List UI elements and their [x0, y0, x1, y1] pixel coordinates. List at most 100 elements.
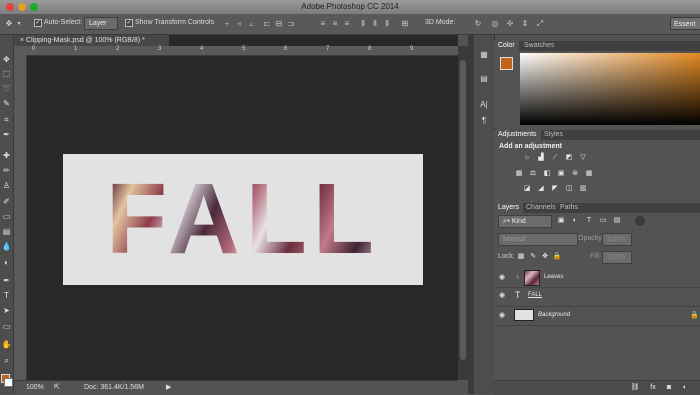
auto-select-dropdown[interactable]: Layer: [84, 17, 118, 30]
tab-layers[interactable]: Layers: [494, 203, 524, 213]
filter-shape-icon[interactable]: ▭: [598, 217, 608, 225]
play-arrow-icon[interactable]: ▶: [166, 381, 171, 395]
lock-transparent-icon[interactable]: ▦: [516, 253, 526, 261]
threshold-icon[interactable]: ◤: [550, 185, 560, 193]
vertical-ruler[interactable]: [14, 55, 27, 380]
background-color-swatch[interactable]: [4, 378, 13, 387]
exposure-icon[interactable]: ◩: [564, 154, 574, 162]
move-tool-preset-icon[interactable]: ✥: [4, 19, 14, 29]
new-fill-adjustment-icon[interactable]: ◐: [680, 384, 690, 392]
eye-icon[interactable]: ◉: [499, 274, 507, 282]
tab-paths[interactable]: Paths: [556, 203, 582, 213]
lasso-tool-icon[interactable]: ➰: [1, 84, 12, 94]
kind-filter-dropdown[interactable]: ⌕▾ Kind: [498, 215, 552, 228]
gradient-tool-icon[interactable]: ▤: [1, 227, 12, 237]
3d-rotate-icon[interactable]: ↻: [473, 19, 483, 29]
add-mask-icon[interactable]: ◙: [664, 384, 674, 392]
lock-position-icon[interactable]: ✥: [540, 253, 550, 261]
3d-scale-icon[interactable]: ⤢: [535, 19, 545, 29]
hue-saturation-icon[interactable]: ▦: [514, 170, 524, 178]
tab-swatches[interactable]: Swatches: [520, 41, 558, 51]
export-icon[interactable]: ⇱: [54, 381, 60, 395]
levels-icon[interactable]: ▟: [536, 154, 546, 162]
history-panel-icon[interactable]: ▦: [477, 50, 491, 60]
properties-panel-icon[interactable]: ▤: [477, 74, 491, 84]
black-white-icon[interactable]: ◧: [542, 170, 552, 178]
move-tool-icon[interactable]: ✥: [1, 55, 12, 65]
auto-select-checkbox[interactable]: ✓: [34, 19, 42, 27]
curves-icon[interactable]: ⟋: [550, 154, 560, 162]
color-ramp[interactable]: [520, 53, 700, 125]
eye-icon[interactable]: ◉: [499, 312, 507, 320]
document-tab[interactable]: × Clipping-Mask.psd @ 100% (RGB/8) *: [14, 35, 169, 46]
align-vcenter-icon[interactable]: ⫞: [234, 19, 244, 29]
paragraph-panel-icon[interactable]: ¶: [477, 116, 491, 126]
ruler-origin[interactable]: [14, 46, 27, 55]
chevron-down-icon[interactable]: ▾: [14, 19, 24, 29]
eraser-tool-icon[interactable]: ▭: [1, 212, 12, 222]
tab-adjustments[interactable]: Adjustments: [494, 130, 541, 140]
fill-field[interactable]: 100%: [602, 251, 632, 264]
filter-type-icon[interactable]: T: [584, 217, 594, 225]
lock-icon[interactable]: 🔒: [690, 311, 699, 319]
workspace-switcher[interactable]: Essent: [670, 17, 700, 30]
distribute-right-icon[interactable]: ⦀: [382, 19, 392, 29]
brightness-contrast-icon[interactable]: ☼: [522, 154, 532, 162]
3d-roll-icon[interactable]: ◎: [490, 19, 500, 29]
horizontal-ruler[interactable]: 0 1 2 3 4 5 6 7 8 9: [27, 46, 458, 56]
character-panel-icon[interactable]: A|: [477, 100, 491, 110]
show-transform-checkbox[interactable]: ✓: [125, 19, 133, 27]
color-lookup-icon[interactable]: ▦: [584, 170, 594, 178]
close-window-button[interactable]: [6, 3, 14, 11]
align-left-icon[interactable]: ⊏: [262, 19, 272, 29]
3d-slide-icon[interactable]: ⇕: [520, 19, 530, 29]
blend-mode-dropdown[interactable]: Normal: [498, 233, 578, 246]
distribute-hcenter-icon[interactable]: ⦀: [370, 19, 380, 29]
color-balance-icon[interactable]: ⚖: [528, 170, 538, 178]
channel-mixer-icon[interactable]: ⊛: [570, 170, 580, 178]
pen-tool-icon[interactable]: ✒: [1, 276, 12, 286]
rectangle-tool-icon[interactable]: ▭: [1, 322, 12, 332]
eye-icon[interactable]: ◉: [499, 292, 507, 300]
brush-tool-icon[interactable]: ✏: [1, 166, 12, 176]
zoom-tool-icon[interactable]: ⌕: [1, 356, 12, 366]
filter-adjustment-icon[interactable]: ◐: [570, 217, 580, 225]
quick-select-tool-icon[interactable]: ✎: [1, 99, 12, 109]
distribute-vcenter-icon[interactable]: ≡: [330, 19, 340, 29]
align-bottom-icon[interactable]: ⫠: [246, 19, 256, 29]
zoom-window-button[interactable]: [30, 3, 38, 11]
blur-tool-icon[interactable]: 💧: [1, 242, 12, 252]
layer-row-fall[interactable]: ◉ T FALL: [494, 287, 700, 307]
clone-stamp-tool-icon[interactable]: ♙: [1, 181, 12, 191]
filter-pixel-icon[interactable]: ▣: [556, 217, 566, 225]
marquee-tool-icon[interactable]: ⬚: [1, 69, 12, 79]
type-tool-icon[interactable]: T: [1, 291, 12, 301]
distribute-left-icon[interactable]: ⦀: [358, 19, 368, 29]
3d-drag-icon[interactable]: ✢: [505, 19, 515, 29]
vibrance-icon[interactable]: ▽: [578, 154, 588, 162]
foreground-color-swatch[interactable]: [500, 57, 513, 70]
layer-row-leaves[interactable]: ◉ ↓ Leaves: [494, 268, 700, 288]
posterize-icon[interactable]: ◢: [536, 185, 546, 193]
zoom-level[interactable]: 100%: [26, 381, 44, 395]
layer-style-icon[interactable]: fx: [648, 384, 658, 392]
invert-icon[interactable]: ◪: [522, 185, 532, 193]
distribute-bottom-icon[interactable]: ≡: [342, 19, 352, 29]
path-selection-tool-icon[interactable]: ➤: [1, 306, 12, 316]
lock-all-icon[interactable]: 🔒: [552, 253, 562, 261]
link-layers-icon[interactable]: ⛓: [630, 384, 640, 392]
filter-smart-object-icon[interactable]: ▤: [612, 217, 622, 225]
filter-toggle[interactable]: [635, 216, 645, 226]
history-brush-tool-icon[interactable]: ✐: [1, 197, 12, 207]
gradient-map-icon[interactable]: ▥: [578, 185, 588, 193]
healing-brush-tool-icon[interactable]: ✚: [1, 151, 12, 161]
opacity-field[interactable]: 100%: [602, 233, 632, 246]
layer-row-background[interactable]: ◉ Background 🔒: [494, 306, 700, 326]
distribute-top-icon[interactable]: ≡: [318, 19, 328, 29]
photo-filter-icon[interactable]: ▣: [556, 170, 566, 178]
scrollbar-thumb[interactable]: [460, 60, 466, 360]
align-right-icon[interactable]: ⊐: [286, 19, 296, 29]
crop-tool-icon[interactable]: ⌗: [1, 115, 12, 125]
tab-styles[interactable]: Styles: [540, 130, 567, 140]
hand-tool-icon[interactable]: ✋: [1, 340, 12, 350]
